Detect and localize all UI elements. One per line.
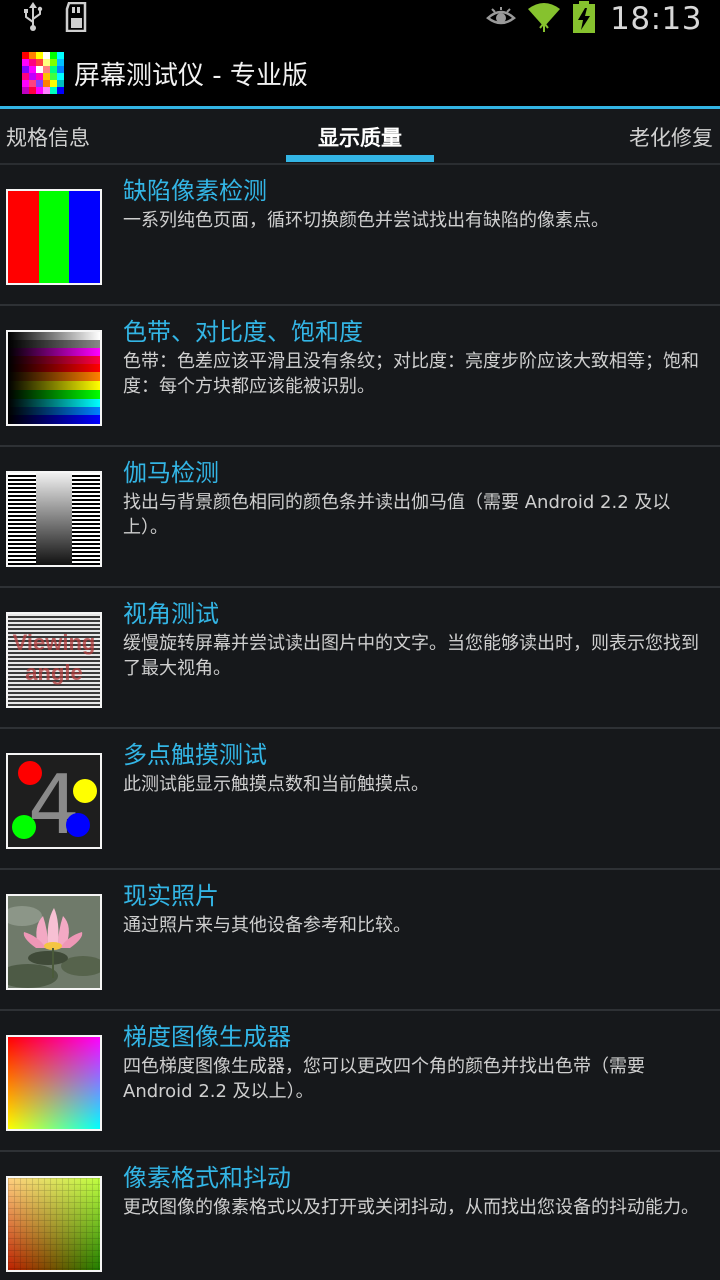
logo-pixel xyxy=(29,66,36,73)
list-item-dithering[interactable]: 像素格式和抖动 更改图像的像素格式以及打开或关闭抖动，从而找出您设备的抖动能力。 xyxy=(0,1152,720,1280)
item-title: 梯度图像生成器 xyxy=(123,1023,291,1051)
logo-pixel xyxy=(36,59,43,66)
logo-pixel xyxy=(22,59,29,66)
item-title: 多点触摸测试 xyxy=(123,741,267,769)
app-title: 屏幕测试仪 - 专业版 xyxy=(74,60,308,91)
list-item-dead-pixel[interactable]: 缺陷像素检测 一系列纯色页面，循环切换颜色并尝试找出有缺陷的像素点。 xyxy=(0,165,720,306)
logo-pixel xyxy=(36,52,43,59)
logo-pixel xyxy=(29,80,36,87)
logo-pixel xyxy=(29,52,36,59)
app-logo-icon[interactable] xyxy=(22,52,64,94)
color-banding-thumbnail xyxy=(6,330,102,426)
logo-pixel xyxy=(57,59,64,66)
viewing-text-line1: Viewing xyxy=(13,630,96,655)
viewing-text-line2: angle xyxy=(25,660,82,685)
tab-specs[interactable]: 规格信息 xyxy=(6,109,90,165)
item-description: 一系列纯色页面，循环切换颜色并尝试找出有缺陷的像素点。 xyxy=(123,210,609,231)
logo-pixel xyxy=(57,52,64,59)
list-item-gamma[interactable]: 伽马检测 找出与背景颜色相同的颜色条并读出伽马值（需要 Android 2.2 … xyxy=(0,447,720,588)
logo-pixel xyxy=(43,87,50,94)
item-description: 此测试能显示触摸点数和当前触摸点。 xyxy=(123,774,429,795)
logo-pixel xyxy=(43,59,50,66)
logo-pixel xyxy=(50,80,57,87)
tab-burn-in-repair[interactable]: 老化修复 xyxy=(629,109,713,165)
list-item-gradient-generator[interactable]: 梯度图像生成器 四色梯度图像生成器，您可以更改四个角的颜色并找出色带（需要 An… xyxy=(0,1011,720,1152)
logo-pixel xyxy=(22,52,29,59)
logo-pixel xyxy=(57,80,64,87)
logo-pixel xyxy=(43,80,50,87)
tab-selected-indicator xyxy=(286,155,434,162)
logo-pixel xyxy=(36,73,43,80)
logo-pixel xyxy=(50,66,57,73)
item-title: 现实照片 xyxy=(123,882,219,910)
item-description: 通过照片来与其他设备参考和比较。 xyxy=(123,915,411,936)
item-description: 四色梯度图像生成器，您可以更改四个角的颜色并找出色带（需要 Android 2.… xyxy=(123,1056,645,1102)
action-bar: 屏幕测试仪 - 专业版 xyxy=(0,38,720,108)
logo-pixel xyxy=(50,59,57,66)
item-title: 色带、对比度、饱和度 xyxy=(123,318,363,346)
logo-pixel xyxy=(57,73,64,80)
viewing-angle-thumbnail: Viewing angle xyxy=(6,612,102,708)
list-item-real-photo[interactable]: 现实照片 通过照片来与其他设备参考和比较。 xyxy=(0,870,720,1011)
logo-pixel xyxy=(57,87,64,94)
item-title: 伽马检测 xyxy=(123,459,219,487)
logo-pixel xyxy=(36,66,43,73)
logo-pixel xyxy=(29,87,36,94)
test-list: 缺陷像素检测 一系列纯色页面，循环切换颜色并尝试找出有缺陷的像素点。 色带、对比… xyxy=(0,165,720,1280)
item-description: 缓慢旋转屏幕并尝试读出图片中的文字。当您能够读出时，则表示您找到了最大视角。 xyxy=(123,633,699,679)
item-title: 像素格式和抖动 xyxy=(123,1164,291,1192)
logo-pixel xyxy=(50,52,57,59)
usb-icon xyxy=(22,2,44,36)
multitouch-thumbnail: 4 xyxy=(6,753,102,849)
clock: 18:13 xyxy=(610,1,702,37)
logo-pixel xyxy=(29,73,36,80)
lotus-photo-thumbnail xyxy=(6,894,102,990)
list-item-viewing-angle[interactable]: Viewing angle 视角测试 缓慢旋转屏幕并尝试读出图片中的文字。当您能… xyxy=(0,588,720,729)
dithering-thumbnail xyxy=(6,1176,102,1272)
logo-pixel xyxy=(22,73,29,80)
gradient-thumbnail xyxy=(6,1035,102,1131)
item-description: 更改图像的像素格式以及打开或关闭抖动，从而找出您设备的抖动能力。 xyxy=(123,1197,699,1218)
status-bar: 18:13 xyxy=(0,0,720,38)
logo-pixel xyxy=(22,66,29,73)
logo-pixel xyxy=(43,73,50,80)
item-title: 缺陷像素检测 xyxy=(123,177,267,205)
item-description: 色带：色差应该平滑且没有条纹；对比度：亮度步阶应该大致相等；饱和度：每个方块都应… xyxy=(123,351,699,397)
item-title: 视角测试 xyxy=(123,600,219,628)
logo-pixel xyxy=(50,73,57,80)
logo-pixel xyxy=(43,66,50,73)
logo-pixel xyxy=(29,59,36,66)
list-item-color-banding[interactable]: 色带、对比度、饱和度 色带：色差应该平滑且没有条纹；对比度：亮度步阶应该大致相等… xyxy=(0,306,720,447)
wifi-icon xyxy=(526,1,562,37)
battery-charging-icon xyxy=(572,0,596,38)
logo-pixel xyxy=(50,87,57,94)
gamma-thumbnail xyxy=(6,471,102,567)
eye-icon xyxy=(486,6,517,32)
logo-pixel xyxy=(36,80,43,87)
rgb-bars-thumbnail xyxy=(6,189,102,285)
logo-pixel xyxy=(57,66,64,73)
sd-card-icon xyxy=(64,1,90,36)
logo-pixel xyxy=(22,87,29,94)
logo-pixel xyxy=(22,80,29,87)
logo-pixel xyxy=(36,87,43,94)
list-item-multitouch[interactable]: 4 多点触摸测试 此测试能显示触摸点数和当前触摸点。 xyxy=(0,729,720,870)
item-description: 找出与背景颜色相同的颜色条并读出伽马值（需要 Android 2.2 及以上）。 xyxy=(123,492,671,538)
logo-pixel xyxy=(43,52,50,59)
